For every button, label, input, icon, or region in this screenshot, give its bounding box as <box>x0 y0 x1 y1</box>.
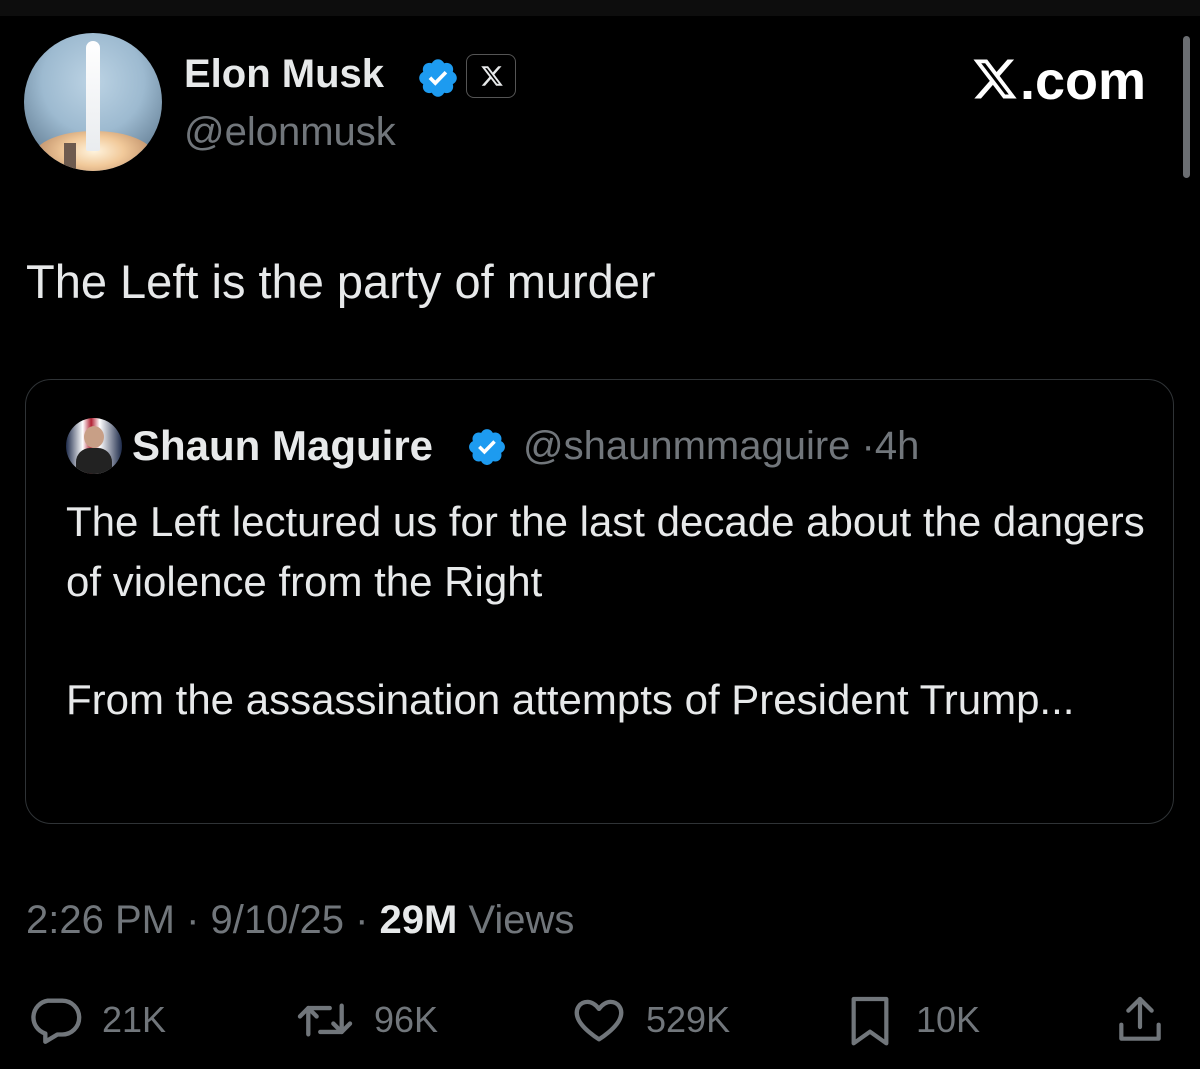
repost-count: 96K <box>374 999 439 1040</box>
share-icon <box>1119 996 1161 1041</box>
like-button[interactable]: 529K <box>570 990 730 1050</box>
quoted-meta: @shaunmmaguire ·4h <box>523 424 919 469</box>
affiliation-x-icon[interactable] <box>466 54 516 98</box>
quoted-paragraph: The Left lectured us for the last decade… <box>66 498 1145 605</box>
repost-icon <box>297 1003 353 1037</box>
top-status-strip <box>0 0 1200 16</box>
author-handle[interactable]: @elonmusk <box>184 110 396 155</box>
quoted-text: The Left lectured us for the last decade… <box>66 492 1146 730</box>
views-count: 29M <box>379 898 458 942</box>
tweet-meta: 2:26 PM · 9/10/25 · 29M Views <box>26 898 574 943</box>
brand-suffix: .com <box>1020 51 1147 111</box>
x-logo-icon <box>973 59 1017 99</box>
bookmark-count: 10K <box>916 999 981 1040</box>
quoted-separator: · <box>861 424 875 468</box>
tweet-text: The Left is the party of murder <box>26 255 656 308</box>
verified-badge-icon <box>419 59 457 97</box>
quoted-author-avatar[interactable] <box>66 418 122 474</box>
scrollbar[interactable] <box>1183 36 1190 178</box>
quoted-handle[interactable]: @shaunmmaguire <box>523 424 850 468</box>
tweet-time[interactable]: 2:26 PM <box>26 898 175 942</box>
reply-icon <box>31 998 82 1044</box>
tweet-date[interactable]: 9/10/25 <box>211 898 344 942</box>
brand-watermark: .com <box>970 50 1146 112</box>
quoted-author-name[interactable]: Shaun Maguire <box>132 422 433 470</box>
share-button[interactable] <box>1112 990 1168 1050</box>
like-count: 529K <box>646 999 731 1040</box>
reply-button[interactable]: 21K <box>26 990 166 1050</box>
action-bar: 21K 96K 529K 10K <box>0 990 1200 1050</box>
reply-count: 21K <box>102 999 167 1040</box>
verified-badge-icon <box>469 429 505 465</box>
views-label: Views <box>457 898 575 942</box>
like-icon <box>574 999 624 1042</box>
quoted-paragraph: From the assassination attempts of Presi… <box>66 676 1075 723</box>
meta-separator: · <box>343 898 380 942</box>
author-avatar[interactable] <box>24 33 162 171</box>
author-name[interactable]: Elon Musk <box>184 52 384 97</box>
quoted-time[interactable]: 4h <box>875 424 920 468</box>
quoted-tweet-card[interactable]: Shaun Maguire @shaunmmaguire ·4h The Lef… <box>25 379 1174 824</box>
meta-separator: · <box>174 898 211 942</box>
repost-button[interactable]: 96K <box>294 990 438 1050</box>
bookmark-button[interactable]: 10K <box>842 990 980 1050</box>
bookmark-icon <box>851 996 889 1046</box>
